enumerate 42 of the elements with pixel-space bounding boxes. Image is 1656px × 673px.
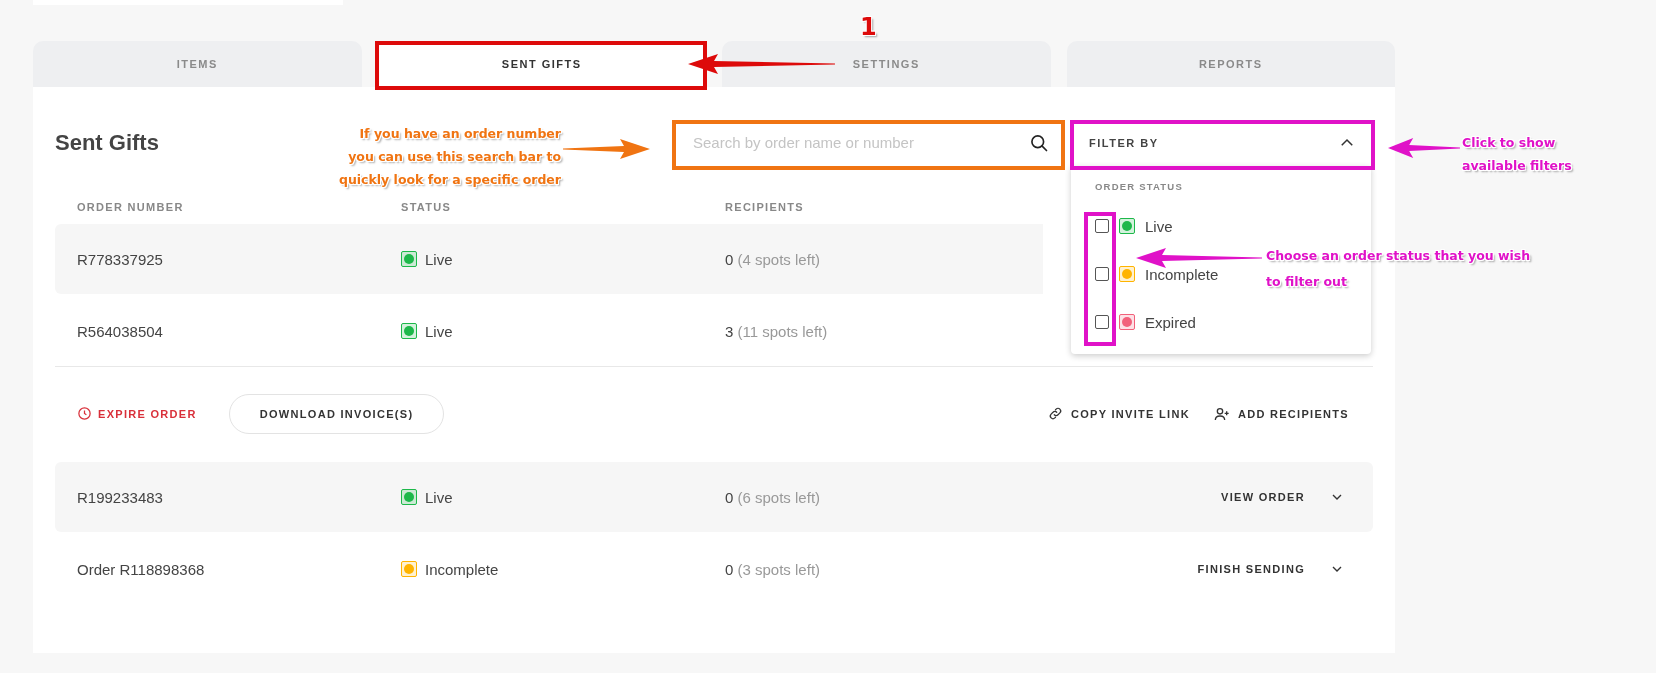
checkbox[interactable] bbox=[1095, 315, 1109, 329]
recipients-count: 3 (11 spots left) bbox=[725, 322, 828, 340]
recipients-count: 0 (3 spots left) bbox=[725, 560, 821, 578]
status-label: Live bbox=[425, 488, 453, 506]
table-row[interactable]: R778337925 Live 0 (4 spots left) bbox=[55, 224, 1043, 294]
recipients-count: 0 (6 spots left) bbox=[725, 488, 821, 506]
row-action-button[interactable]: FINISH SENDING bbox=[1197, 563, 1305, 575]
table-row[interactable]: R564038504 Live 3 (11 spots left) bbox=[55, 296, 1043, 366]
status-label: Live bbox=[425, 322, 453, 340]
column-header: STATUS bbox=[401, 201, 452, 213]
option-label: Incomplete bbox=[1145, 265, 1219, 283]
search-icon bbox=[1029, 132, 1049, 153]
table-row[interactable]: Order R118898368 Incomplete 0 (3 spots left) FINISH SENDING bbox=[55, 534, 1373, 604]
clock-icon bbox=[77, 406, 92, 421]
column-header: RECIPIENTS bbox=[725, 201, 804, 213]
section-label: ORDER STATUS bbox=[1095, 181, 1183, 192]
add-recipients-button[interactable]: ADD RECIPIENTS bbox=[1213, 405, 1349, 422]
copy-invite-link-button[interactable]: COPY INVITE LINK bbox=[1047, 406, 1190, 421]
option-label: Live bbox=[1145, 217, 1173, 235]
status-label: Incomplete bbox=[425, 560, 499, 578]
checkbox[interactable] bbox=[1095, 267, 1109, 281]
annotation-note: Choose an order status that you wish to filter out bbox=[1266, 247, 1532, 291]
step-number: 1 bbox=[860, 15, 878, 39]
recipients-count: 0 (4 spots left) bbox=[725, 250, 821, 268]
row-action-button[interactable]: VIEW ORDER bbox=[1221, 491, 1305, 503]
search-field[interactable]: Search by order name or number bbox=[691, 133, 1029, 152]
annotation-note: If you have an order number you can use this search bar to quickly look for a specific order bbox=[337, 125, 561, 189]
order-number: Order R118898368 bbox=[77, 560, 205, 578]
order-number: R778337925 bbox=[77, 250, 163, 268]
page-title: Sent Gifts bbox=[55, 129, 159, 156]
expire-order-button[interactable]: EXPIRE ORDER bbox=[77, 406, 197, 421]
order-number: R199233483 bbox=[77, 488, 163, 506]
annotation-note: Click to show available filters bbox=[1462, 134, 1573, 175]
status-label: Live bbox=[425, 250, 453, 268]
link-icon bbox=[1047, 406, 1063, 421]
checkbox[interactable] bbox=[1095, 219, 1109, 233]
column-header: ORDER NUMBER bbox=[77, 201, 184, 213]
option-label: Expired bbox=[1145, 313, 1196, 331]
table-row[interactable]: R199233483 Live 0 (6 spots left) VIEW ORDER bbox=[55, 462, 1373, 532]
arrow bbox=[1388, 138, 1460, 158]
add-user-icon bbox=[1213, 405, 1230, 422]
order-number: R564038504 bbox=[77, 322, 163, 340]
